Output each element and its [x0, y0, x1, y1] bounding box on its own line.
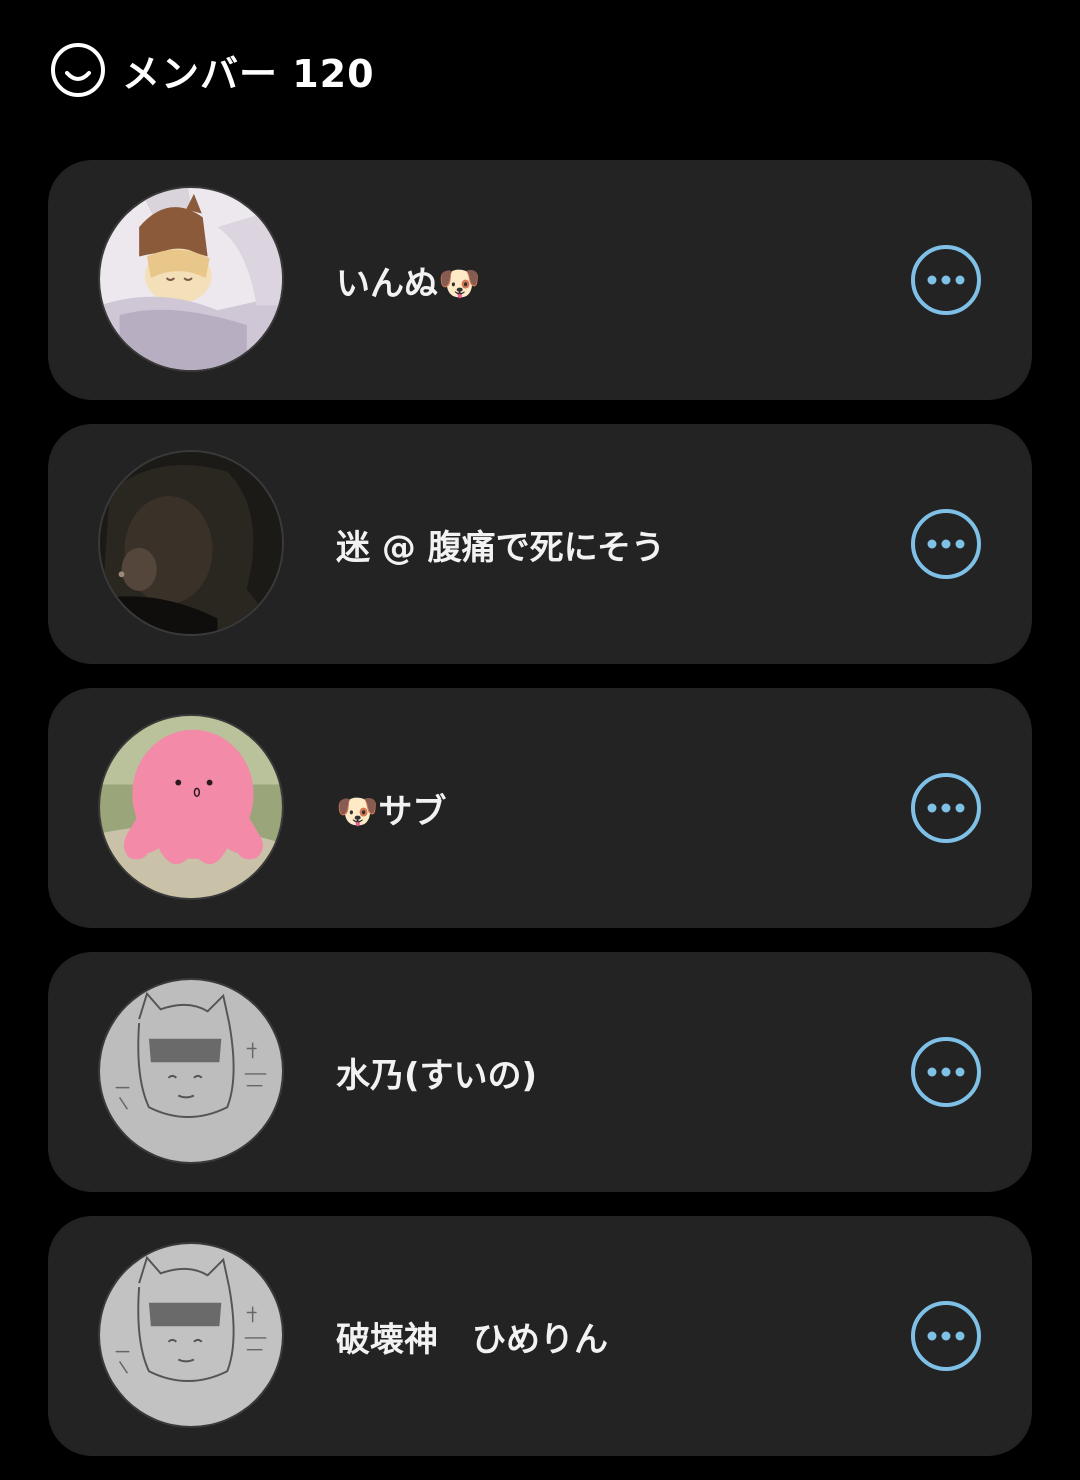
more-options-icon[interactable]: [910, 244, 982, 316]
member-card[interactable]: 破壊神 ひめりん: [48, 1216, 1032, 1456]
member-name: 水乃(すいの): [336, 1055, 538, 1096]
more-options-icon[interactable]: [910, 1300, 982, 1372]
more-options-icon[interactable]: [910, 1036, 982, 1108]
member-card[interactable]: いんぬ🐶: [48, 160, 1032, 400]
avatar[interactable]: [98, 978, 284, 1164]
member-name: 破壊神 ひめりん: [336, 1319, 608, 1360]
member-card[interactable]: 🐶サブ: [48, 688, 1032, 928]
avatar[interactable]: [98, 186, 284, 372]
avatar[interactable]: [98, 450, 284, 636]
more-options-icon[interactable]: [910, 508, 982, 580]
member-name: 🐶サブ: [336, 791, 447, 832]
member-list: いんぬ🐶 迷 @ 腹痛で死にそう 🐶サブ 水乃(すいの) 破壊神 ひめりん: [48, 160, 1032, 1480]
member-card[interactable]: 水乃(すいの): [48, 952, 1032, 1192]
members-count-title: メンバー 120: [122, 51, 375, 96]
member-card[interactable]: 迷 @ 腹痛で死にそう: [48, 424, 1032, 664]
avatar[interactable]: [98, 714, 284, 900]
member-name: いんぬ🐶: [336, 263, 481, 304]
members-header: メンバー 120: [50, 42, 375, 98]
avatar[interactable]: [98, 1242, 284, 1428]
more-options-icon[interactable]: [910, 772, 982, 844]
member-name: 迷 @ 腹痛で死にそう: [336, 527, 665, 568]
smile-icon: [51, 43, 105, 97]
